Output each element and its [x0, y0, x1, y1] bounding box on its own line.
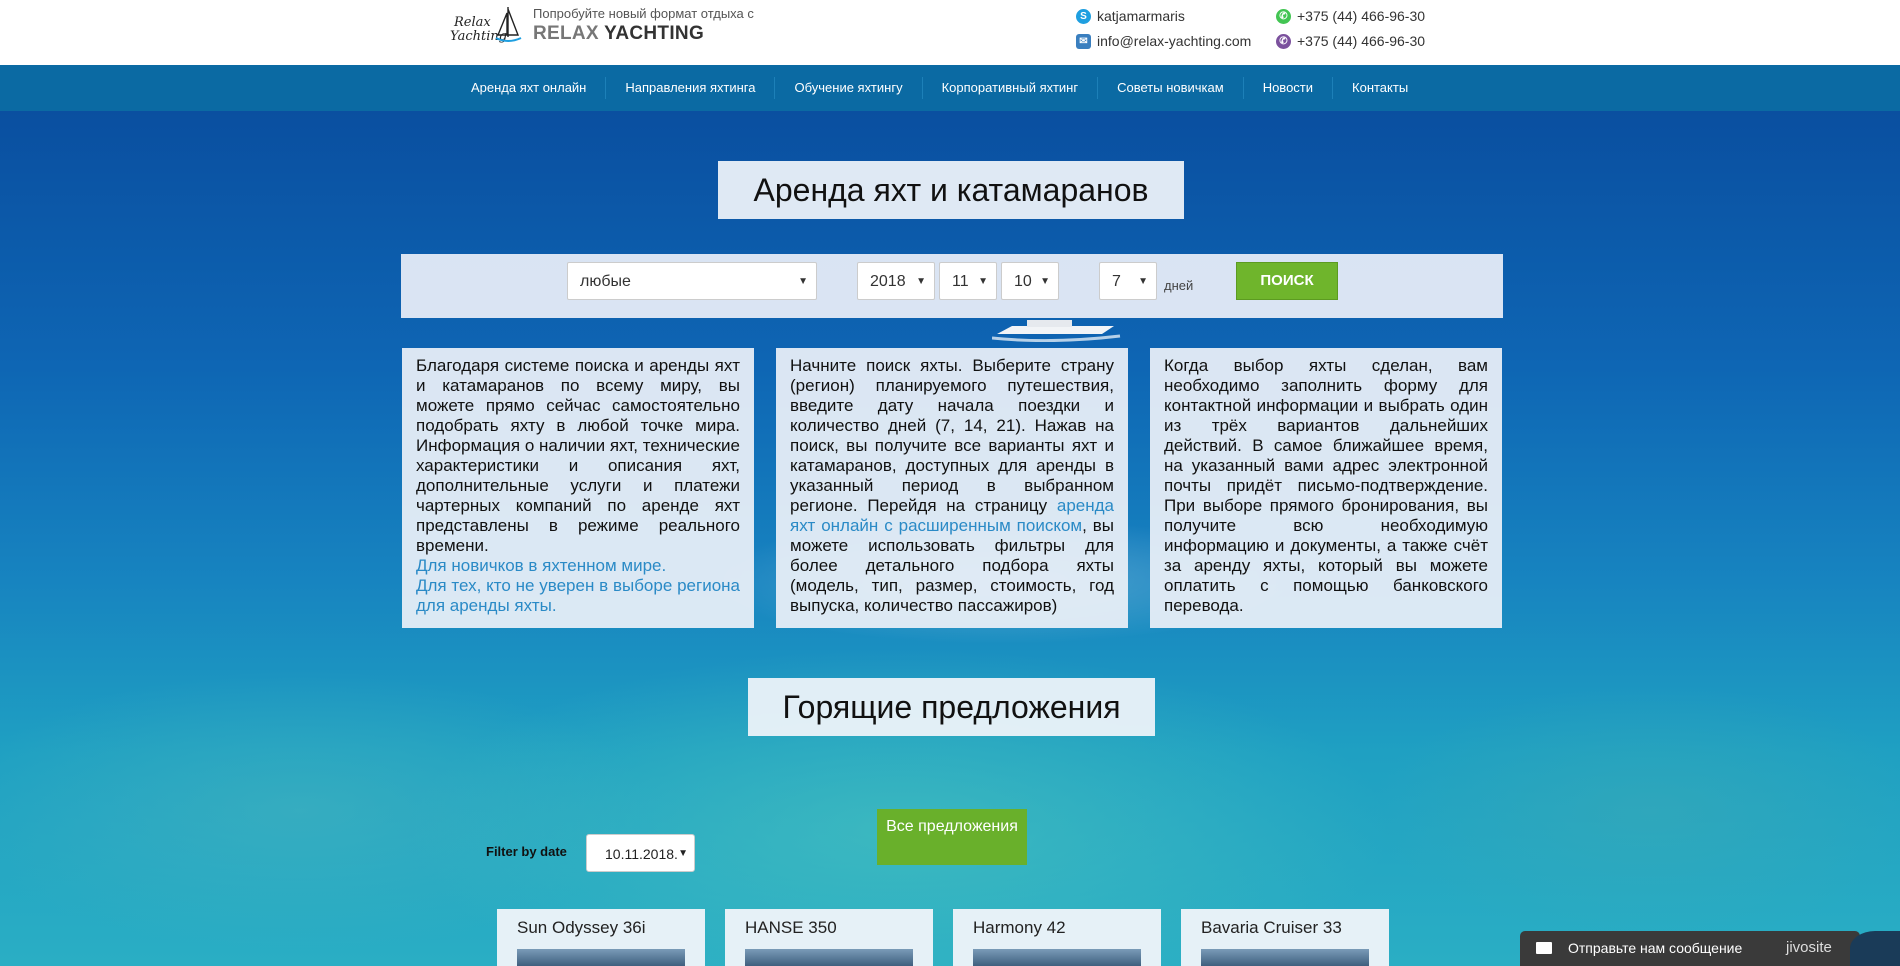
email-address: info@relax-yachting.com	[1097, 33, 1252, 49]
info-col1-text: Благодаря системе поиска и аренды яхт и …	[416, 356, 740, 555]
chevron-down-icon: ▼	[1040, 276, 1050, 287]
offer-card-title: HANSE 350	[745, 918, 837, 937]
chevron-down-icon: ▼	[916, 276, 926, 287]
info-column-3: Когда выбор яхты сделан, вам необходимо …	[1150, 348, 1502, 628]
filter-date-value: 10.11.2018.	[605, 846, 678, 862]
search-button[interactable]: ПОИСК	[1236, 262, 1338, 300]
main-nav: Аренда яхт онлайн Направления яхтинга Об…	[0, 65, 1900, 113]
brand-part2: YACHTING	[598, 23, 705, 44]
days-label: дней	[1164, 278, 1194, 293]
country-select[interactable]: любые ▼	[567, 262, 817, 300]
country-value: любые	[580, 273, 631, 290]
viber-phone: +375 (44) 466-96-30	[1297, 33, 1426, 49]
offer-card[interactable]: Bavaria Cruiser 33	[1181, 909, 1389, 966]
skype-icon: S	[1076, 8, 1091, 24]
top-header: Relax Yachting Попробуйте новый формат о…	[0, 0, 1900, 65]
boat-image	[992, 320, 1121, 342]
filter-date-select[interactable]: 10.11.2018. ▼	[586, 834, 695, 872]
year-value: 2018	[870, 273, 906, 290]
month-value: 11	[952, 273, 969, 290]
tagline: Попробуйте новый формат отдыха с	[533, 6, 754, 21]
sailboat-icon	[495, 7, 522, 42]
region-help-link[interactable]: Для тех, кто не уверен в выборе региона …	[416, 576, 740, 616]
nav-item-yacht-rental[interactable]: Аренда яхт онлайн	[452, 77, 607, 99]
day-value: 10	[1014, 273, 1032, 290]
logo-line1: Relax	[454, 15, 491, 30]
offer-card-image	[1201, 949, 1369, 966]
scroll-corner-button[interactable]	[1850, 931, 1900, 966]
logo[interactable]: Relax Yachting	[448, 5, 522, 47]
nav-item-tips[interactable]: Советы новичкам	[1098, 77, 1244, 99]
duration-select[interactable]: 7 ▼	[1099, 262, 1157, 300]
info-col3-text: Когда выбор яхты сделан, вам необходимо …	[1164, 356, 1488, 615]
info-column-2: Начните поиск яхты. Выберите страну (рег…	[776, 348, 1128, 628]
offer-card-title: Sun Odyssey 36i	[517, 918, 646, 937]
envelope-icon	[1536, 942, 1552, 954]
chevron-down-icon: ▼	[978, 276, 988, 287]
skype-contact[interactable]: S katjamarmaris	[1076, 8, 1185, 24]
nav-item-news[interactable]: Новости	[1244, 77, 1334, 99]
offer-card-title: Harmony 42	[973, 918, 1066, 937]
nav-item-corporate[interactable]: Корпоративный яхтинг	[923, 77, 1099, 99]
chat-widget[interactable]: Отправьте нам сообщение jivosite	[1520, 931, 1860, 966]
offer-card[interactable]: HANSE 350	[725, 909, 933, 966]
chat-label: Отправьте нам сообщение	[1568, 940, 1743, 956]
viber-icon: ✆	[1276, 33, 1291, 49]
chevron-down-icon: ▼	[798, 276, 808, 287]
offer-card-image	[973, 949, 1141, 966]
offer-card-image	[745, 949, 913, 966]
jivosite-logo: jivosite	[1786, 939, 1832, 956]
filter-by-date-label: Filter by date	[486, 844, 567, 859]
whatsapp-contact[interactable]: ✆ +375 (44) 466-96-30	[1276, 8, 1425, 24]
hot-offers-title: Горящие предложения	[748, 678, 1155, 736]
page-title: Аренда яхт и катамаранов	[718, 161, 1184, 219]
nav-item-contacts[interactable]: Контакты	[1333, 77, 1427, 99]
viber-contact[interactable]: ✆ +375 (44) 466-96-30	[1276, 33, 1425, 49]
day-select[interactable]: 10 ▼	[1001, 262, 1059, 300]
info-column-1: Благодаря системе поиска и аренды яхт и …	[402, 348, 754, 628]
chevron-down-icon: ▼	[1138, 276, 1148, 287]
year-select[interactable]: 2018 ▼	[857, 262, 935, 300]
email-contact[interactable]: ✉ info@relax-yachting.com	[1076, 33, 1251, 49]
nav-item-destinations[interactable]: Направления яхтинга	[606, 77, 776, 99]
brand-part1: RELAX	[533, 23, 599, 44]
info-col2-text-a: Начните поиск яхты. Выберите страну (рег…	[790, 356, 1114, 515]
nav-item-training[interactable]: Обучение яхтингу	[775, 77, 923, 99]
offer-card[interactable]: Harmony 42	[953, 909, 1161, 966]
offer-card-title: Bavaria Cruiser 33	[1201, 918, 1342, 937]
whatsapp-icon: ✆	[1276, 8, 1291, 24]
mail-icon: ✉	[1076, 33, 1091, 49]
offer-card[interactable]: Sun Odyssey 36i	[497, 909, 705, 966]
duration-value: 7	[1112, 273, 1121, 290]
whatsapp-phone: +375 (44) 466-96-30	[1297, 8, 1426, 24]
skype-handle: katjamarmaris	[1097, 8, 1185, 24]
search-form: любые ▼ 2018 ▼ 11 ▼ 10 ▼ 7 ▼ дней ПОИСК	[401, 254, 1503, 318]
offer-card-image	[517, 949, 685, 966]
beginners-link[interactable]: Для новичков в яхтенном мире.	[416, 556, 740, 576]
all-offers-button[interactable]: Все предложения	[877, 809, 1027, 865]
chevron-down-icon: ▼	[678, 848, 688, 859]
month-select[interactable]: 11 ▼	[939, 262, 997, 300]
brand-name: RELAX YACHTING	[533, 23, 704, 45]
